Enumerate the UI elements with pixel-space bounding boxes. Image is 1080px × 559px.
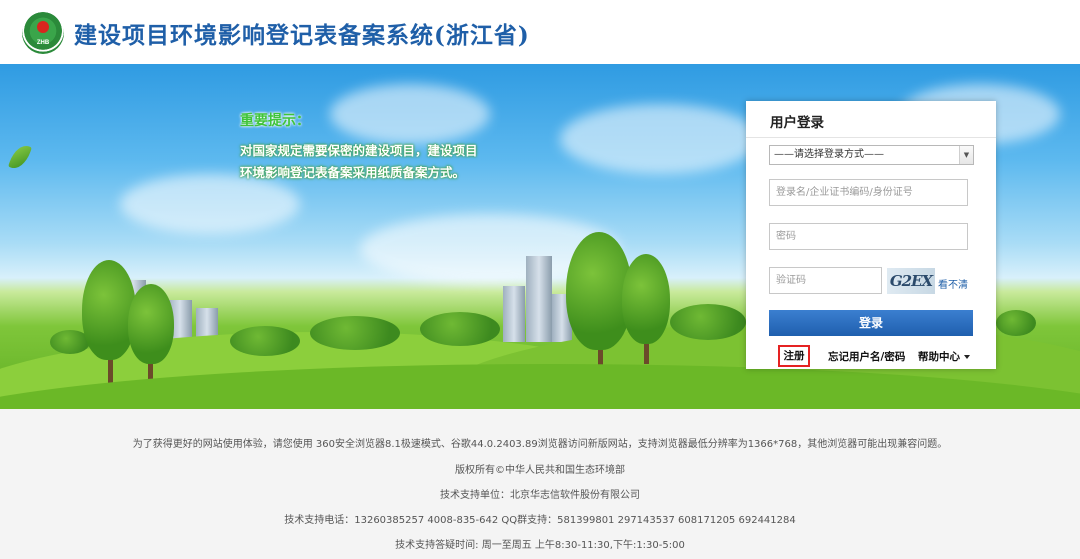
site-title: 建设项目环境影响登记表备案系统(浙江省) <box>74 22 530 49</box>
help-center-menu[interactable]: 帮助中心 <box>918 349 970 364</box>
captcha-input[interactable] <box>769 267 882 294</box>
building-decoration <box>526 256 552 342</box>
notice-body: 对国家规定需要保密的建设项目，建设项目 环境影响登记表备案采用纸质备案方式。 <box>240 140 500 184</box>
captcha-image[interactable]: G2EX <box>887 268 935 294</box>
footer: 为了获得更好的网站使用体验，请您使用 360安全浏览器8.1极速模式、谷歌44.… <box>0 409 1080 559</box>
login-divider <box>746 137 996 138</box>
cloud-decoration <box>560 104 760 174</box>
footer-browser-tip: 为了获得更好的网站使用体验，请您使用 360安全浏览器8.1极速模式、谷歌44.… <box>132 439 948 450</box>
footer-support-phone: 技术支持电话：13260385257 4008-835-642 QQ群支持：58… <box>284 515 796 526</box>
bush-decoration <box>230 326 300 356</box>
caret-down-icon <box>964 355 970 359</box>
bush-decoration <box>996 310 1036 336</box>
notice-title: 重要提示： <box>240 113 310 129</box>
footer-copyright: 版权所有©中华人民共和国生态环境部 <box>455 465 625 476</box>
forgot-password-link[interactable]: 忘记用户名/密码 <box>828 349 905 364</box>
header: ZHB 建设项目环境影响登记表备案系统(浙江省) <box>0 0 1080 64</box>
important-notice: 重要提示： 对国家规定需要保密的建设项目，建设项目 环境影响登记表备案采用纸质备… <box>240 110 500 184</box>
chevron-down-icon[interactable]: ▼ <box>959 146 973 164</box>
notice-line-2: 环境影响登记表备案采用纸质备案方式。 <box>240 165 466 180</box>
logo-text: ZHB <box>36 40 50 46</box>
username-input[interactable] <box>769 179 968 206</box>
register-link[interactable]: 注册 <box>778 345 810 367</box>
login-button[interactable]: 登录 <box>769 310 973 336</box>
password-input[interactable] <box>769 223 968 250</box>
leaf-icon <box>8 142 32 172</box>
footer-support-unit: 技术支持单位：北京华志信软件股份有限公司 <box>440 490 640 501</box>
login-panel: 用户登录 ——请选择登录方式—— ▼ G2EX 看不清 登录 注册 忘记用户名/… <box>746 101 996 369</box>
tree-decoration <box>622 254 670 344</box>
footer-support-hours: 技术支持答疑时间: 周一至周五 上午8:30-11:30,下午:1:30-5:0… <box>395 540 685 551</box>
notice-line-1: 对国家规定需要保密的建设项目，建设项目 <box>240 143 478 158</box>
tree-decoration <box>82 260 136 360</box>
tree-decoration <box>128 284 174 364</box>
login-title: 用户登录 <box>770 115 824 131</box>
bush-decoration <box>670 304 746 340</box>
building-decoration <box>503 286 525 342</box>
ministry-logo-icon: ZHB <box>22 12 64 54</box>
bush-decoration <box>310 316 400 350</box>
logo-emblem <box>37 21 49 33</box>
login-method-value: ——请选择登录方式—— <box>774 149 884 160</box>
login-method-select[interactable]: ——请选择登录方式—— ▼ <box>769 145 974 165</box>
help-center-label: 帮助中心 <box>918 351 960 363</box>
login-links: 注册 忘记用户名/密码 帮助中心 <box>746 345 996 367</box>
captcha-refresh-link[interactable]: 看不清 <box>938 276 968 291</box>
bush-decoration <box>420 312 500 346</box>
